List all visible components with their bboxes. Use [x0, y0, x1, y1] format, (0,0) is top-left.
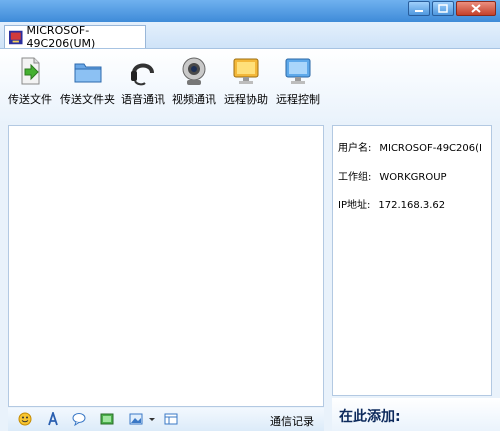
- screenshot-icon[interactable]: [100, 412, 114, 426]
- remote-control-icon: [285, 58, 311, 84]
- username-value: MICROSOF-49C206(I: [379, 143, 482, 154]
- close-button[interactable]: [456, 1, 496, 16]
- send-folder-button[interactable]: 传送文件夹: [60, 55, 115, 107]
- video-call-label: 视频通讯: [172, 93, 216, 106]
- tab-chat-session[interactable]: MICROSOF-49C206(UM): [4, 24, 146, 50]
- username-label: 用户名:: [338, 143, 372, 154]
- window-controls: [408, 1, 496, 16]
- message-area[interactable]: [8, 125, 324, 407]
- chat-bubble-icon[interactable]: [72, 412, 86, 426]
- minimize-button[interactable]: [408, 1, 430, 16]
- close-icon: [471, 4, 481, 13]
- maximize-button[interactable]: [432, 1, 454, 16]
- tab-label: MICROSOF-49C206(UM): [26, 24, 96, 50]
- workgroup-value: WORKGROUP: [379, 172, 447, 183]
- headset-icon: [131, 63, 154, 86]
- title-bar: [0, 0, 500, 22]
- emoticon-icon[interactable]: [18, 412, 32, 426]
- send-folder-label: 传送文件夹: [60, 93, 115, 106]
- ip-label: IP地址:: [338, 200, 371, 211]
- remote-assist-label: 远程协助: [224, 93, 268, 106]
- maximize-icon: [438, 4, 448, 13]
- send-folder-icon: [74, 63, 101, 83]
- dropdown-icon[interactable]: [147, 412, 157, 426]
- font-icon[interactable]: [46, 412, 60, 426]
- voice-call-button[interactable]: 语音通讯: [121, 55, 165, 107]
- minimize-icon: [415, 9, 423, 12]
- image-icon[interactable]: [129, 412, 143, 426]
- chat-record-link[interactable]: 通信记录: [270, 413, 314, 429]
- username-row: 用户名: MICROSOF-49C206(I: [338, 139, 482, 154]
- ip-row: IP地址: 172.168.3.62: [338, 196, 445, 211]
- workgroup-row: 工作组: WORKGROUP: [338, 168, 447, 183]
- remote-control-button[interactable]: 远程控制: [276, 55, 320, 107]
- input-toolbar: 通信记录: [8, 408, 324, 431]
- webcam-icon: [182, 57, 206, 85]
- ip-value: 172.168.3.62: [378, 200, 446, 211]
- remote-assist-icon: [233, 58, 259, 84]
- voice-call-label: 语音通讯: [121, 93, 165, 106]
- tab-strip: MICROSOF-49C206(UM): [0, 22, 500, 50]
- video-call-button[interactable]: 视频通讯: [172, 55, 216, 107]
- add-panel: 在此添加:: [332, 398, 500, 431]
- add-panel-title: 在此添加:: [339, 409, 401, 425]
- computer-icon: [9, 30, 23, 44]
- remote-assist-button[interactable]: 远程协助: [224, 55, 268, 107]
- info-panel: 用户名: MICROSOF-49C206(I 工作组: WORKGROUP IP地址…: [332, 125, 492, 396]
- toolbar: 传送文件 传送文件夹 语音通讯 视频通讯 远程协助 远程控制: [0, 49, 500, 121]
- send-file-icon: [21, 57, 40, 85]
- layout-icon[interactable]: [164, 412, 178, 426]
- remote-control-label: 远程控制: [276, 93, 320, 106]
- send-file-button[interactable]: 传送文件: [8, 55, 52, 107]
- send-file-label: 传送文件: [8, 93, 52, 106]
- workgroup-label: 工作组:: [338, 172, 372, 183]
